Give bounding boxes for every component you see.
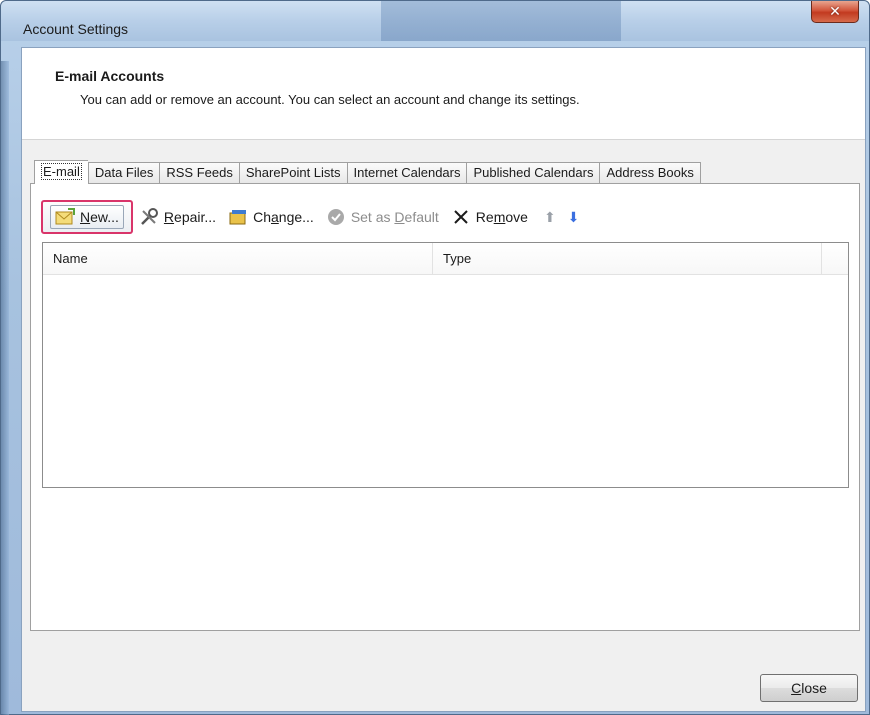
header-band: E-mail Accounts You can add or remove an… [22, 48, 865, 140]
change-settings-icon [228, 207, 248, 227]
set-default-label-post: efault [404, 209, 439, 225]
close-button[interactable]: Close [760, 674, 858, 702]
remove-label-pre: Re [475, 209, 494, 225]
tab-data-files[interactable]: Data Files [87, 162, 160, 184]
set-default-label-accelerator: D [394, 209, 405, 225]
remove-x-icon [451, 207, 471, 227]
change-label-pre: Ch [253, 209, 271, 225]
new-label: New... [80, 209, 119, 225]
tab-rss-feeds[interactable]: RSS Feeds [159, 162, 239, 184]
move-up-arrow-icon[interactable]: ⬆ [544, 209, 556, 226]
set-as-default-button[interactable]: Set as Default [320, 204, 445, 230]
repair-label-accelerator: R [163, 209, 175, 225]
column-header-type[interactable]: Type [433, 243, 822, 275]
repair-button[interactable]: Repair... [133, 204, 222, 230]
new-mail-icon [55, 207, 75, 227]
set-default-label: Set as Default [351, 209, 439, 225]
checkmark-circle-icon [326, 207, 346, 227]
repair-label-post: epair... [174, 209, 217, 225]
settings-tabs: E-mail Data Files RSS Feeds SharePoint L… [34, 160, 701, 184]
move-down-arrow-icon[interactable]: ⬇ [568, 209, 580, 226]
tab-email[interactable]: E-mail [34, 160, 88, 184]
window-close-button[interactable]: ✕ [811, 1, 859, 23]
tab-sharepoint-lists[interactable]: SharePoint Lists [238, 162, 347, 184]
section-title: E-mail Accounts [55, 68, 165, 84]
new-label-post: ew... [90, 209, 119, 225]
remove-label: Remove [476, 209, 528, 225]
repair-tools-icon [139, 207, 159, 227]
tab-published-calendars[interactable]: Published Calendars [466, 162, 600, 184]
account-list[interactable]: Name Type [42, 242, 849, 488]
section-description: You can add or remove an account. You ca… [80, 92, 580, 107]
title-bar-glare [381, 1, 621, 41]
title-bar[interactable]: Account Settings ✕ [1, 1, 869, 41]
tab-address-books[interactable]: Address Books [599, 162, 701, 184]
repair-label: Repair... [164, 209, 216, 225]
column-header-name[interactable]: Name [43, 243, 433, 275]
new-account-button[interactable]: New... [41, 200, 133, 234]
new-label-accelerator: N [80, 209, 91, 225]
account-settings-window: Account Settings ✕ E-mail Accounts You c… [0, 0, 870, 715]
change-label-accelerator: a [270, 209, 279, 225]
account-toolbar: New... Repair... Change... Set as Defaul… [41, 200, 589, 234]
dialog-client-area: E-mail Accounts You can add or remove an… [21, 47, 866, 712]
remove-button[interactable]: Remove [445, 204, 534, 230]
tab-label: E-mail [41, 163, 82, 180]
set-default-label-pre: Set as [350, 209, 395, 225]
change-button[interactable]: Change... [222, 204, 320, 230]
close-label-accelerator: C [791, 680, 802, 696]
close-icon: ✕ [829, 3, 841, 20]
remove-label-post: ove [505, 209, 528, 225]
email-tab-panel: New... Repair... Change... Set as Defaul… [30, 183, 860, 631]
tab-internet-calendars[interactable]: Internet Calendars [346, 162, 467, 184]
close-label-post: lose [801, 680, 827, 696]
column-header-filler [822, 243, 848, 275]
account-list-header: Name Type [43, 243, 848, 275]
change-label: Change... [253, 209, 314, 225]
change-label-post: nge... [278, 209, 314, 225]
remove-label-accelerator: m [493, 209, 506, 225]
window-title: Account Settings [23, 21, 129, 37]
